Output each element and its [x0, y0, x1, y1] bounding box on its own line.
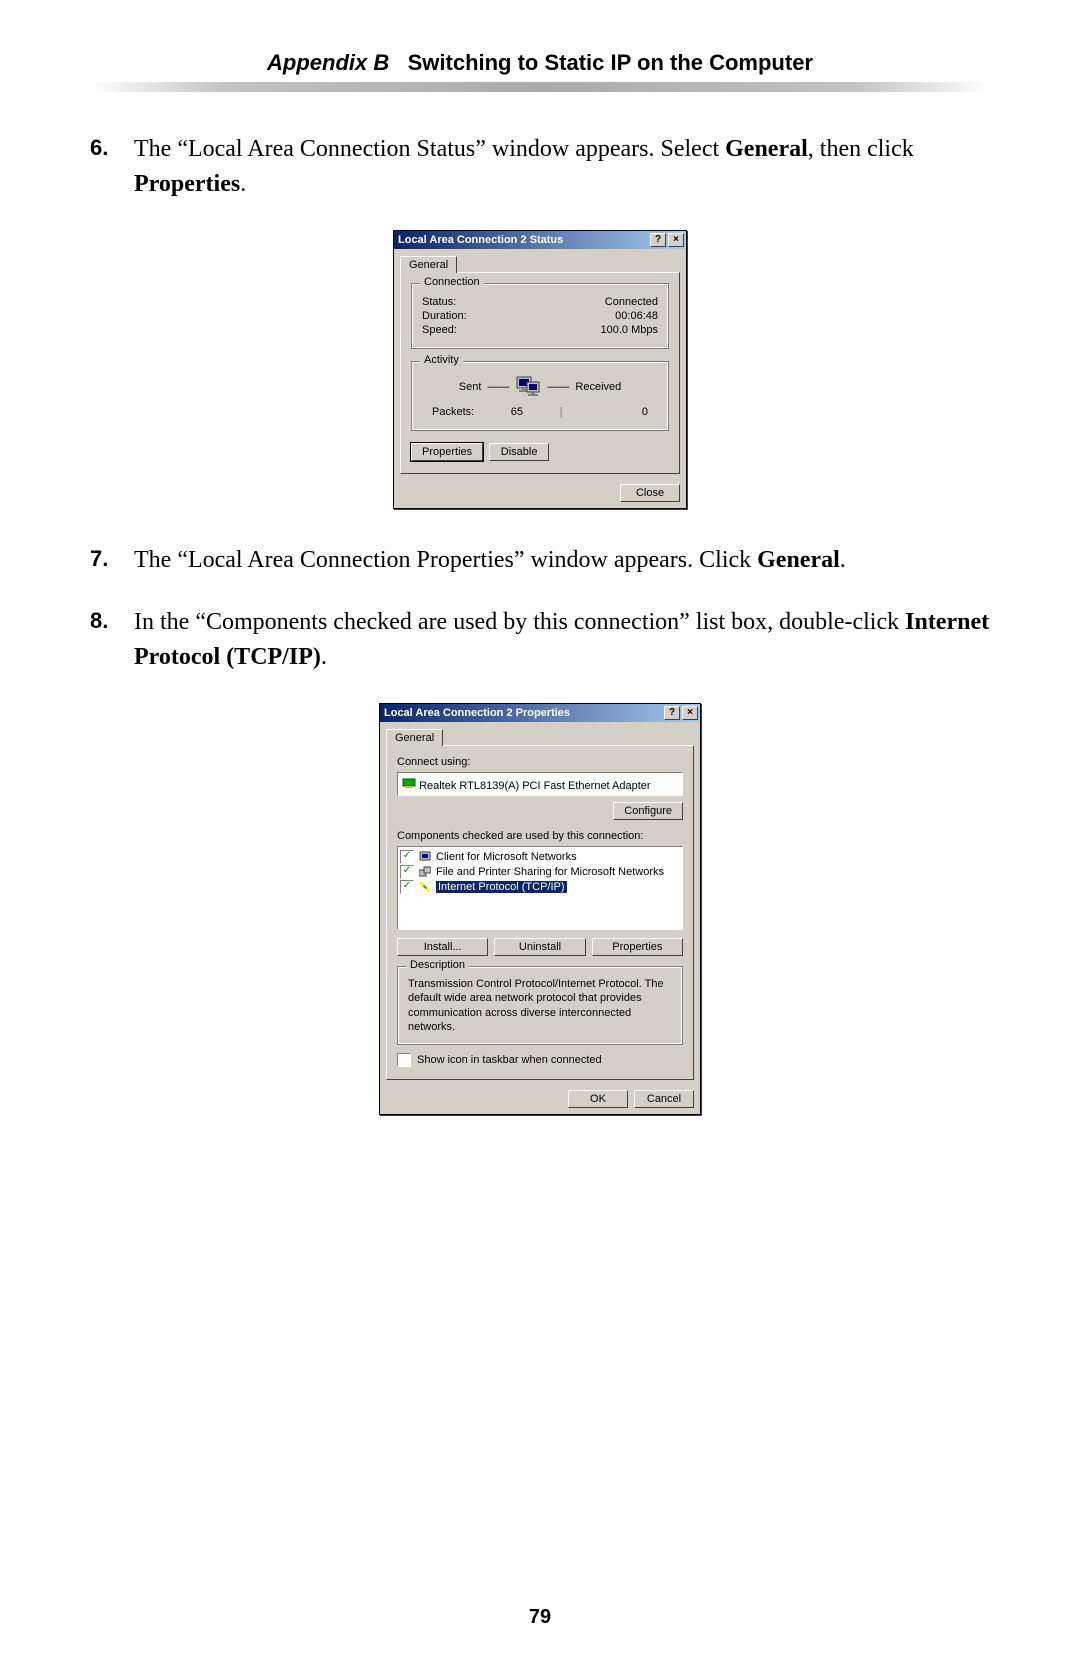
cancel-button[interactable]: Cancel [634, 1090, 694, 1108]
list-item-label: Client for Microsoft Networks [436, 851, 577, 863]
step-number: 6. [90, 132, 134, 202]
item-properties-button[interactable]: Properties [592, 938, 683, 956]
configure-button[interactable]: Configure [613, 802, 683, 820]
checkbox-icon[interactable]: ✓ [400, 880, 414, 894]
checkbox-icon[interactable]: ✓ [397, 1053, 411, 1067]
header-divider [90, 82, 990, 92]
adapter-field: Realtek RTL8139(A) PCI Fast Ethernet Ada… [397, 772, 683, 796]
step-6: 6. The “Local Area Connection Status” wi… [90, 132, 990, 202]
checkbox-icon[interactable]: ✓ [400, 865, 414, 879]
status-dialog: Local Area Connection 2 Status ? × Gener… [393, 230, 687, 509]
group-connection: Connection Status:Connected Duration:00:… [411, 283, 669, 349]
properties-dialog: Local Area Connection 2 Properties ? × G… [379, 703, 701, 1115]
page-number: 79 [0, 1606, 1080, 1629]
tab-general[interactable]: General [400, 256, 457, 273]
network-icon [515, 376, 541, 398]
list-item[interactable]: ✓ Client for Microsoft Networks [400, 850, 680, 864]
page-header: Appendix B Switching to Static IP on the… [90, 50, 990, 76]
appendix-title: Switching to Static IP on the Computer [408, 50, 813, 75]
duration-value: 00:06:48 [615, 310, 658, 322]
titlebar: Local Area Connection 2 Properties ? × [380, 704, 700, 722]
ok-button[interactable]: OK [568, 1090, 628, 1108]
tab-general[interactable]: General [386, 729, 443, 746]
show-icon-row[interactable]: ✓ Show icon in taskbar when connected [397, 1053, 683, 1067]
duration-label: Duration: [422, 310, 467, 322]
group-activity: Activity Sent —— [411, 361, 669, 431]
step-7: 7. The “Local Area Connection Properties… [90, 543, 990, 578]
received-label: Received [575, 381, 621, 393]
window-title: Local Area Connection 2 Properties [384, 704, 570, 722]
list-item-label: Internet Protocol (TCP/IP) [436, 881, 567, 893]
group-description: Description Transmission Control Protoco… [397, 966, 683, 1045]
show-icon-label: Show icon in taskbar when connected [417, 1054, 602, 1066]
list-item-label: File and Printer Sharing for Microsoft N… [436, 866, 664, 878]
disable-button[interactable]: Disable [489, 443, 549, 461]
step-number: 7. [90, 543, 134, 578]
adapter-icon [402, 776, 416, 790]
client-icon [418, 850, 432, 864]
step-8: 8. In the “Components checked are used b… [90, 605, 990, 675]
status-value: Connected [605, 296, 658, 308]
speed-label: Speed: [422, 324, 457, 336]
step-number: 8. [90, 605, 134, 675]
help-button[interactable]: ? [650, 233, 666, 247]
connect-using-label: Connect using: [397, 756, 683, 768]
status-label: Status: [422, 296, 456, 308]
close-button[interactable]: × [668, 233, 684, 247]
close-dialog-button[interactable]: Close [620, 484, 680, 502]
step-text: The “Local Area Connection Properties” w… [134, 543, 990, 578]
step-text: In the “Components checked are used by t… [134, 605, 990, 675]
appendix-label: Appendix B [267, 50, 389, 75]
adapter-name: Realtek RTL8139(A) PCI Fast Ethernet Ada… [419, 780, 651, 792]
install-button[interactable]: Install... [397, 938, 488, 956]
close-button[interactable]: × [682, 706, 698, 720]
help-button[interactable]: ? [664, 706, 680, 720]
list-item[interactable]: ✓ File and Printer Sharing for Microsoft… [400, 865, 680, 879]
protocol-icon [418, 880, 432, 894]
properties-button[interactable]: Properties [411, 443, 483, 461]
description-text: Transmission Control Protocol/Internet P… [408, 977, 672, 1034]
step-text: The “Local Area Connection Status” windo… [134, 132, 990, 202]
service-icon [418, 865, 432, 879]
packets-sent: 65 [474, 406, 559, 418]
uninstall-button[interactable]: Uninstall [494, 938, 585, 956]
components-label: Components checked are used by this conn… [397, 830, 683, 842]
packets-label: Packets: [432, 406, 474, 418]
list-item[interactable]: ✓ Internet Protocol (TCP/IP) [400, 880, 680, 894]
titlebar: Local Area Connection 2 Status ? × [394, 231, 686, 249]
packets-received: 0 [563, 406, 648, 418]
sent-label: Sent [459, 381, 482, 393]
speed-value: 100.0 Mbps [601, 324, 658, 336]
checkbox-icon[interactable]: ✓ [400, 850, 414, 864]
components-listbox[interactable]: ✓ Client for Microsoft Networks ✓ File a… [397, 846, 683, 930]
window-title: Local Area Connection 2 Status [398, 231, 563, 249]
